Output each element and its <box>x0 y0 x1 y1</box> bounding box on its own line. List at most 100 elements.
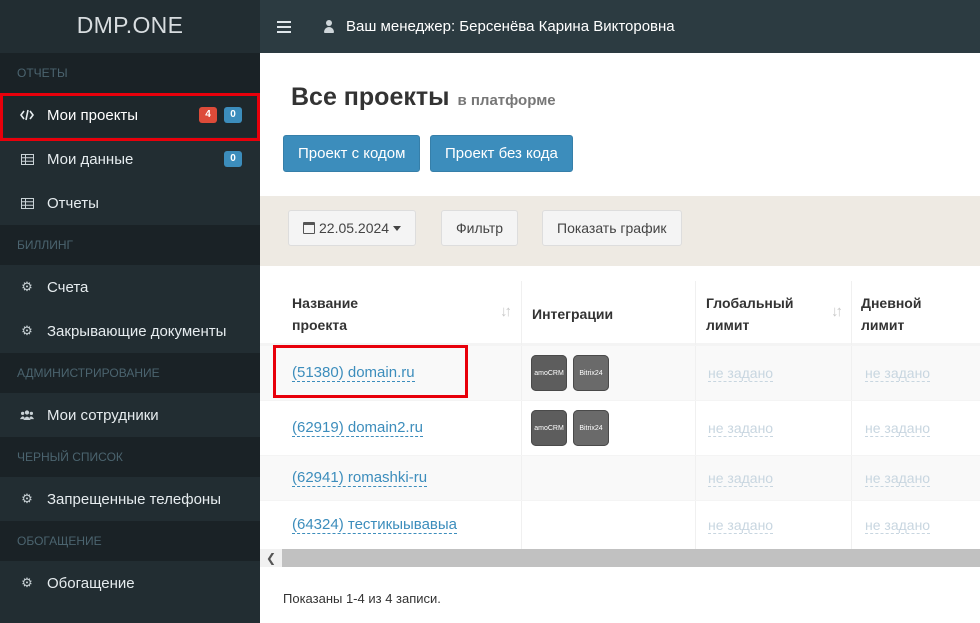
table-row: (51380) domain.ru amoCRM Bitrix24 не зад… <box>260 345 980 400</box>
global-limit-value[interactable]: не задано <box>708 517 774 534</box>
sidebar-item-label: Мои данные <box>47 150 134 168</box>
global-limit-value[interactable]: не задано <box>708 470 774 487</box>
sort-icon[interactable]: ↓↑ <box>500 301 512 323</box>
table-icon <box>20 197 34 209</box>
user-icon <box>324 20 334 33</box>
table-row: (64324) тестикыывавыа не задано не задан… <box>260 500 980 549</box>
sidebar-item-label: Закрывающие документы <box>47 322 227 340</box>
app-logo[interactable]: DMP.ONE <box>0 0 260 53</box>
project-name-cell: (62941) romashki-ru <box>292 456 428 500</box>
gear-icon: ⚙ <box>21 323 33 338</box>
sidebar-header-billing: БИЛЛИНГ <box>0 225 260 265</box>
manager-text: Ваш менеджер: Берсенёва Карина Викторовн… <box>346 18 675 35</box>
gear-icon: ⚙ <box>21 575 33 590</box>
column-title: Интеграции <box>532 306 614 322</box>
sidebar-item-label: Отчеты <box>47 194 99 212</box>
show-chart-button[interactable]: Показать график <box>542 210 682 246</box>
page-subtitle: в платформе <box>457 92 556 109</box>
table-row: (62919) domain2.ru amoCRM Bitrix24 не за… <box>260 400 980 455</box>
projects-count-badge: 4 <box>199 107 217 123</box>
daily-limit-cell: не задано <box>851 456 980 500</box>
sidebar-item-enrichment[interactable]: ⚙ Обогащение <box>0 561 260 605</box>
global-limit-cell: не задано <box>695 456 852 500</box>
project-link[interactable]: (51380) domain.ru <box>292 364 415 382</box>
daily-limit-value[interactable]: не задано <box>865 470 931 487</box>
table-info: Показаны 1-4 из 4 записи. <box>283 591 441 606</box>
sidebar-header-blacklist: ЧЕРНЫЙ СПИСОК <box>0 437 260 477</box>
sidebar-item-label: Обогащение <box>47 574 135 592</box>
project-with-code-button[interactable]: Проект с кодом <box>283 135 421 172</box>
column-integrations: Интеграции <box>521 281 696 345</box>
bitrix24-icon[interactable]: Bitrix24 <box>573 355 609 391</box>
global-limit-value[interactable]: не задано <box>708 420 774 437</box>
project-link[interactable]: (64324) тестикыывавыа <box>292 516 458 534</box>
global-limit-cell: не задано <box>695 401 852 455</box>
table-header: Название проекта ↓↑ Интеграции Глобальны… <box>260 281 980 345</box>
users-icon <box>20 409 34 421</box>
sidebar-item-invoices[interactable]: ⚙ Счета <box>0 265 260 309</box>
sidebar-item-my-projects[interactable]: Мои проекты 4 0 <box>0 93 260 137</box>
gear-icon: ⚙ <box>21 279 33 294</box>
amocrm-icon[interactable]: amoCRM <box>531 410 567 446</box>
daily-limit-cell: не задано <box>851 501 980 549</box>
column-title: Дневной <box>861 295 922 311</box>
project-name-cell: (62919) domain2.ru <box>292 401 423 455</box>
sidebar-header-enrichment: ОБОГАЩЕНИЕ <box>0 521 260 561</box>
sidebar-item-my-data[interactable]: Мои данные 0 <box>0 137 260 181</box>
column-project-name[interactable]: Название проекта ↓↑ <box>292 281 522 345</box>
project-link[interactable]: (62919) domain2.ru <box>292 419 423 437</box>
filter-bar: 22.05.2024 Фильтр Показать график <box>260 196 980 266</box>
horizontal-scrollbar[interactable]: ❮ <box>260 549 980 567</box>
sort-icon[interactable]: ↓↑ <box>831 301 843 323</box>
main-content: Все проекты в платформе Проект с кодом Пр… <box>260 53 980 623</box>
daily-limit-cell: не задано <box>851 401 980 455</box>
amocrm-icon[interactable]: amoCRM <box>531 355 567 391</box>
date-value: 22.05.2024 <box>319 220 390 236</box>
menu-toggle-icon[interactable] <box>277 20 291 33</box>
data-count-badge: 0 <box>224 151 242 167</box>
sidebar-item-reports[interactable]: Отчеты <box>0 181 260 225</box>
date-picker-button[interactable]: 22.05.2024 <box>288 210 417 246</box>
project-without-code-button[interactable]: Проект без кода <box>430 135 573 172</box>
global-limit-cell: не задано <box>695 501 852 549</box>
gear-icon: ⚙ <box>21 491 33 506</box>
projects-zero-badge: 0 <box>224 107 242 123</box>
integrations-cell: amoCRM Bitrix24 <box>521 346 696 400</box>
top-navbar: Ваш менеджер: Берсенёва Карина Викторовн… <box>260 0 980 53</box>
daily-limit-value[interactable]: не задано <box>865 420 931 437</box>
filter-button[interactable]: Фильтр <box>441 210 519 246</box>
sidebar-item-employees[interactable]: Мои сотрудники <box>0 393 260 437</box>
sidebar-item-closing-docs[interactable]: ⚙ Закрывающие документы <box>0 309 260 353</box>
sidebar-header-reports: ОТЧЕТЫ <box>0 53 260 93</box>
global-limit-value[interactable]: не задано <box>708 365 774 382</box>
daily-limit-value[interactable]: не задано <box>865 517 931 534</box>
page-title: Все проекты в платформе <box>291 83 556 112</box>
project-name-cell: (51380) domain.ru <box>292 346 415 400</box>
project-link[interactable]: (62941) romashki-ru <box>292 469 428 487</box>
column-daily-limit[interactable]: Дневной лимит <box>851 281 980 345</box>
caret-down-icon <box>393 226 402 231</box>
sidebar-item-label: Мои проекты <box>47 106 139 124</box>
column-title: проекта <box>292 317 347 333</box>
integrations-cell: amoCRM Bitrix24 <box>521 401 696 455</box>
integrations-cell <box>521 501 696 549</box>
table-row: (62941) romashki-ru не задано не задано <box>260 455 980 500</box>
sidebar-item-banned-phones[interactable]: ⚙ Запрещенные телефоны <box>0 477 260 521</box>
column-title: лимит <box>861 317 905 333</box>
sidebar-header-admin: АДМИНИСТРИРОВАНИЕ <box>0 353 260 393</box>
page-title-text: Все проекты <box>291 83 450 111</box>
sidebar-item-label: Мои сотрудники <box>47 406 159 424</box>
code-icon <box>20 109 34 121</box>
column-global-limit[interactable]: Глобальный лимит ↓↑ <box>695 281 852 345</box>
bitrix24-icon[interactable]: Bitrix24 <box>573 410 609 446</box>
daily-limit-value[interactable]: не задано <box>865 365 931 382</box>
column-title: Название <box>292 295 359 311</box>
project-name-cell: (64324) тестикыывавыа <box>292 501 458 549</box>
manager-info: Ваш менеджер: Берсенёва Карина Викторовн… <box>324 18 675 35</box>
calendar-icon <box>303 222 315 234</box>
global-limit-cell: не задано <box>695 346 852 400</box>
scroll-left-icon[interactable]: ❮ <box>260 549 282 567</box>
sidebar-item-label: Запрещенные телефоны <box>47 490 221 508</box>
table-icon <box>20 153 34 165</box>
sidebar: ОТЧЕТЫ Мои проекты 4 0 Мои данные 0 Отче… <box>0 53 260 623</box>
